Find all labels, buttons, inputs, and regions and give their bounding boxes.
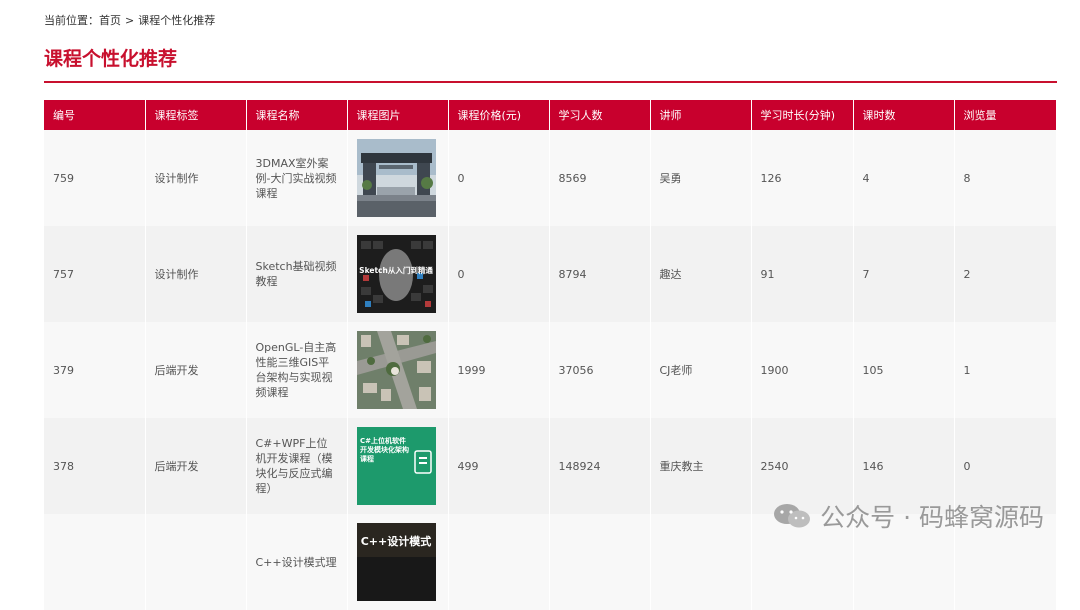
column-header-tag: 课程标签 (145, 100, 247, 130)
thumbnail-text: C#上位机软件开发模块化架构课程 (359, 437, 409, 463)
cell-views: 2 (954, 226, 1057, 322)
watermark-text: 公众号 · 码蜂窝源码 (820, 503, 1044, 532)
cell-price: 0 (448, 226, 550, 322)
table-row[interactable]: 757 设计制作 Sketch基础视频教程 Sketch从入门到精通 0 879… (44, 226, 1057, 322)
wechat-icon (774, 504, 811, 528)
cell-tag: 后端开发 (145, 418, 247, 514)
gate-building-thumbnail[interactable] (356, 139, 436, 217)
cell-course-name[interactable]: Sketch基础视频教程 (246, 226, 348, 322)
cell-students: 8569 (549, 130, 651, 226)
cell-teacher: 吴勇 (650, 130, 752, 226)
page-title: 课程个性化推荐 (44, 48, 178, 70)
cell-students: 148924 (549, 418, 651, 514)
city-3d-gis-thumbnail[interactable] (356, 331, 436, 409)
cell-id: 757 (44, 226, 146, 322)
cell-lessons: 105 (853, 322, 955, 418)
sketch-course-thumbnail[interactable]: Sketch从入门到精通 (356, 235, 436, 313)
cell-teacher: 趣达 (650, 226, 752, 322)
cell-students (549, 514, 651, 610)
table-row[interactable]: 759 设计制作 3DMAX室外案例-大门实战视频课程 0 8569 吴勇 12… (44, 130, 1057, 226)
cell-tag: 设计制作 (145, 226, 247, 322)
cell-duration: 126 (751, 130, 854, 226)
cell-course-name[interactable]: C#+WPF上位机开发课程（模块化与反应式编程） (246, 418, 348, 514)
cell-views: 8 (954, 130, 1057, 226)
column-header-teacher: 讲师 (650, 100, 752, 130)
cell-price (448, 514, 550, 610)
column-header-image: 课程图片 (347, 100, 449, 130)
cell-id: 759 (44, 130, 146, 226)
cell-price: 1999 (448, 322, 550, 418)
cell-id: 379 (44, 322, 146, 418)
breadcrumb-home-link[interactable]: 首页 (99, 14, 121, 27)
cell-tag (145, 514, 247, 610)
table-header-row: 编号 课程标签 课程名称 课程图片 课程价格(元) 学习人数 讲师 学习时长(分… (44, 100, 1057, 130)
csharp-wpf-thumbnail[interactable]: C#上位机软件开发模块化架构课程 (356, 427, 436, 505)
column-header-views: 浏览量 (954, 100, 1057, 130)
column-header-id: 编号 (44, 100, 146, 130)
cell-image (347, 322, 449, 418)
column-header-lessons: 课时数 (853, 100, 955, 130)
thumbnail-text: C++设计模式 (360, 534, 431, 548)
breadcrumb-prefix: 当前位置： (44, 14, 99, 27)
cell-lessons: 4 (853, 130, 955, 226)
title-divider (44, 81, 1057, 83)
cell-students: 37056 (549, 322, 651, 418)
cell-id (44, 514, 146, 610)
cell-course-name[interactable]: C++设计模式理 (246, 514, 348, 610)
cell-image (347, 130, 449, 226)
table-row[interactable]: 379 后端开发 OpenGL-自主高性能三维GIS平台架构与实现视频课程 19… (44, 322, 1057, 418)
cell-teacher: 重庆教主 (650, 418, 752, 514)
column-header-duration: 学习时长(分钟) (751, 100, 854, 130)
thumbnail-text: Sketch从入门到精通 (359, 265, 433, 275)
cell-course-name[interactable]: OpenGL-自主高性能三维GIS平台架构与实现视频课程 (246, 322, 348, 418)
breadcrumb-separator: > (125, 14, 135, 27)
cell-price: 0 (448, 130, 550, 226)
watermark: 公众号 · 码蜂窝源码 (772, 498, 1044, 534)
cell-views: 1 (954, 322, 1057, 418)
cell-id: 378 (44, 418, 146, 514)
cell-image: C++设计模式 (347, 514, 449, 610)
cell-lessons: 7 (853, 226, 955, 322)
cell-teacher (650, 514, 752, 610)
column-header-students: 学习人数 (549, 100, 651, 130)
cell-students: 8794 (549, 226, 651, 322)
column-header-price: 课程价格(元) (448, 100, 550, 130)
cell-teacher: CJ老师 (650, 322, 752, 418)
cell-image: C#上位机软件开发模块化架构课程 (347, 418, 449, 514)
cell-tag: 设计制作 (145, 130, 247, 226)
breadcrumb-current: 课程个性化推荐 (138, 14, 216, 27)
column-header-name: 课程名称 (246, 100, 348, 130)
cell-duration: 1900 (751, 322, 854, 418)
cell-image: Sketch从入门到精通 (347, 226, 449, 322)
cell-course-name[interactable]: 3DMAX室外案例-大门实战视频课程 (246, 130, 348, 226)
cell-tag: 后端开发 (145, 322, 247, 418)
cell-price: 499 (448, 418, 550, 514)
cell-duration: 91 (751, 226, 854, 322)
breadcrumb: 当前位置：首页 > 课程个性化推荐 (44, 12, 215, 28)
cpp-design-pattern-thumbnail[interactable]: C++设计模式 (356, 523, 436, 601)
